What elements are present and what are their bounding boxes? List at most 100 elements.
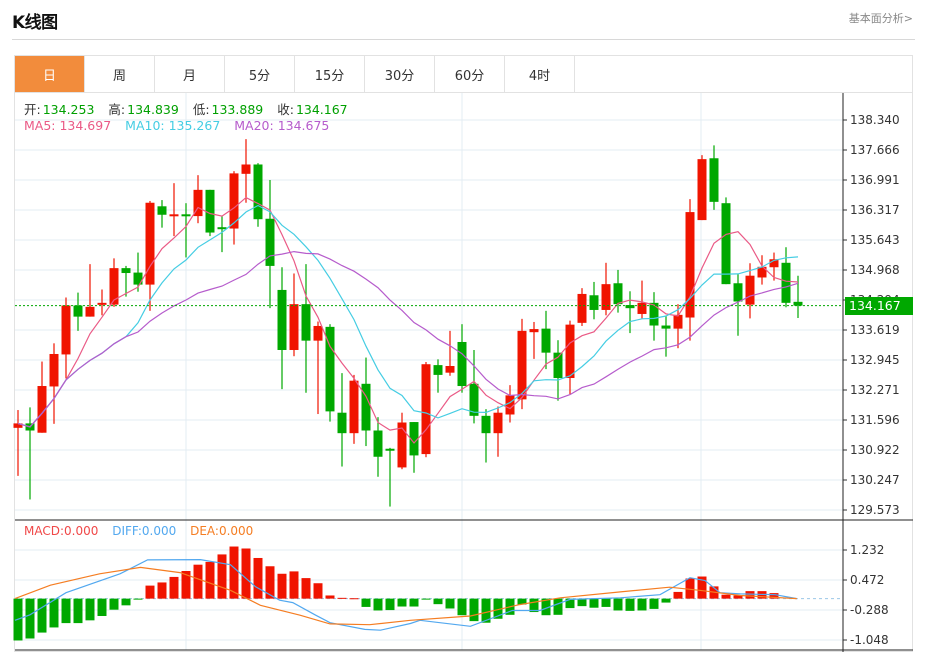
macd-bar xyxy=(385,598,395,611)
candle-down xyxy=(613,283,623,305)
candle-up xyxy=(61,305,71,355)
candle-down xyxy=(541,328,551,353)
y-tick-label: 137.666 xyxy=(850,143,900,157)
candle-up xyxy=(109,268,119,305)
y-tick-label: 136.317 xyxy=(850,203,900,217)
candle-up xyxy=(445,366,455,373)
y-tick-label: 135.643 xyxy=(850,233,900,247)
macd-bar xyxy=(373,598,383,611)
macd-bar xyxy=(193,564,203,599)
macd-bar xyxy=(625,598,635,611)
macd-bar xyxy=(205,561,215,599)
macd-bar xyxy=(85,598,95,621)
macd-bar xyxy=(313,583,323,599)
macd-bar xyxy=(649,598,659,609)
candle-down xyxy=(373,430,383,457)
candle-up xyxy=(697,159,707,221)
macd-bar xyxy=(445,598,455,609)
candle-up xyxy=(241,164,251,174)
macd-bar xyxy=(433,598,443,605)
candle-down xyxy=(301,304,311,341)
candle-down xyxy=(157,206,167,215)
macd-y-tick-label: -0.288 xyxy=(850,603,889,617)
low-label: 低: xyxy=(192,102,210,117)
candle-down xyxy=(205,189,215,233)
macd-bar xyxy=(745,591,755,599)
macd-bar xyxy=(661,598,671,603)
candle-down xyxy=(649,302,659,326)
candle-up xyxy=(493,412,503,434)
macd-bar xyxy=(469,598,479,622)
candle-down xyxy=(625,305,635,309)
macd-bar xyxy=(397,598,407,607)
candle-down xyxy=(457,341,467,387)
macd-bar xyxy=(61,598,71,624)
y-tick-label: 133.619 xyxy=(850,323,900,337)
candle-down xyxy=(781,262,791,303)
macd-bar xyxy=(337,597,347,599)
candle-down xyxy=(181,214,191,217)
candle-down xyxy=(793,301,803,306)
macd-bar xyxy=(121,598,131,606)
candle-up xyxy=(169,214,179,217)
candle-up xyxy=(349,380,359,434)
macd-bar xyxy=(457,598,467,616)
ohlc-readout: 开: 134.253 高: 134.839 低: 133.889 收: 134.167 xyxy=(24,99,358,118)
candle-up xyxy=(49,353,59,387)
macd-bar xyxy=(265,566,275,599)
candle-down xyxy=(481,415,491,434)
y-tick-label: 132.271 xyxy=(850,383,900,397)
y-tick-label: 129.573 xyxy=(850,503,900,517)
y-tick-label: 130.922 xyxy=(850,443,900,457)
close-value: 134.167 xyxy=(295,102,348,117)
macd-bar xyxy=(253,557,263,599)
candle-down xyxy=(721,203,731,285)
candle-up xyxy=(673,314,683,329)
candle-down xyxy=(265,218,275,266)
macd-bar xyxy=(157,582,167,599)
macd-value: MACD:0.000 xyxy=(24,524,99,538)
ma10-value: MA10: 135.267 xyxy=(125,118,221,133)
macd-y-tick-label: 0.472 xyxy=(850,573,884,587)
macd-bar xyxy=(721,594,731,599)
last-price-badge: 134.167 xyxy=(845,297,913,315)
diff-value: DIFF:0.000 xyxy=(112,524,177,538)
macd-bar xyxy=(277,573,287,599)
candle-down xyxy=(589,295,599,310)
macd-bar xyxy=(301,578,311,599)
candle-down xyxy=(385,448,395,451)
low-value: 133.889 xyxy=(211,102,264,117)
dea-value: DEA:0.000 xyxy=(190,524,254,538)
macd-bar xyxy=(589,598,599,608)
high-label: 高: xyxy=(108,102,126,117)
open-value: 134.253 xyxy=(42,102,95,117)
close-label: 收: xyxy=(277,102,294,117)
high-value: 134.839 xyxy=(127,102,179,117)
open-label: 开: xyxy=(24,102,41,117)
candle-up xyxy=(313,325,323,341)
candle-up xyxy=(565,324,575,379)
macd-bar xyxy=(217,554,227,599)
ma5-value: MA5: 134.697 xyxy=(24,118,112,133)
candle-down xyxy=(661,325,671,329)
macd-bar xyxy=(577,598,587,607)
candle-down xyxy=(433,365,443,375)
candle-up xyxy=(577,293,587,323)
macd-bar xyxy=(109,598,119,610)
macd-bar xyxy=(637,598,647,611)
macd-y-tick-label: 1.232 xyxy=(850,543,884,557)
macd-bar xyxy=(169,576,179,599)
y-tick-label: 131.596 xyxy=(850,413,900,427)
macd-bar xyxy=(73,598,83,624)
y-tick-label: 134.968 xyxy=(850,263,900,277)
candle-down xyxy=(337,412,347,434)
candle-up xyxy=(529,329,539,333)
y-tick-label: 132.945 xyxy=(850,353,900,367)
macd-bar xyxy=(241,548,251,599)
y-tick-label: 136.991 xyxy=(850,173,900,187)
candle-down xyxy=(709,158,719,202)
macd-bar xyxy=(601,598,611,607)
macd-bar xyxy=(97,598,107,616)
candle-up xyxy=(601,284,611,310)
macd-bar xyxy=(421,598,431,600)
